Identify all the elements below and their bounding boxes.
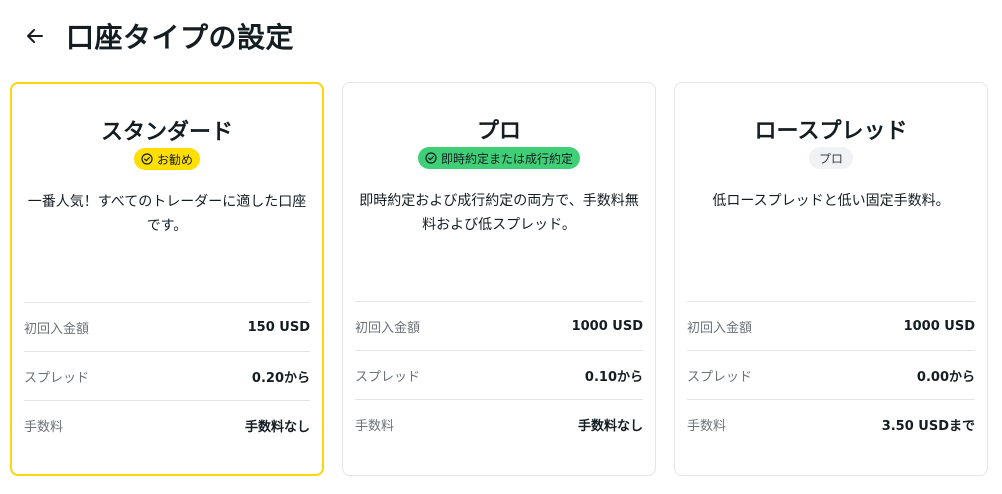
row-value: 1000 USD — [571, 318, 643, 334]
execution-badge: 即時約定または成行約定 — [417, 147, 580, 169]
detail-row-min-deposit: 初回入金額 1000 USD — [355, 301, 643, 350]
detail-row-commission: 手数料 手数料なし — [355, 399, 643, 448]
row-label: 手数料 — [687, 418, 727, 434]
check-circle-icon — [425, 152, 437, 164]
detail-row-min-deposit: 初回入金額 150 USD — [24, 302, 310, 351]
check-circle-icon — [141, 153, 153, 165]
row-value: 手数料なし — [244, 419, 310, 435]
card-details: 初回入金額 1000 USD スプレッド 0.10から 手数料 手数料なし — [355, 301, 643, 448]
row-label: 初回入金額 — [687, 320, 753, 336]
card-details: 初回入金額 1000 USD スプレッド 0.00から 手数料 3.50 USD… — [687, 301, 975, 448]
row-label: スプレッド — [24, 370, 90, 386]
pro-badge: プロ — [808, 147, 853, 169]
row-value: 150 USD — [247, 319, 310, 335]
row-value: 0.00から — [916, 369, 975, 385]
row-label: スプレッド — [355, 369, 421, 385]
detail-row-min-deposit: 初回入金額 1000 USD — [687, 301, 975, 350]
card-title: プロ — [476, 119, 521, 144]
row-label: 手数料 — [24, 419, 64, 435]
detail-row-spread: スプレッド 0.00から — [687, 350, 975, 399]
detail-row-spread: スプレッド 0.20から — [24, 351, 310, 400]
card-details: 初回入金額 150 USD スプレッド 0.20から 手数料 手数料なし — [24, 302, 310, 449]
row-value: 3.50 USDまで — [881, 418, 975, 434]
row-label: 初回入金額 — [24, 321, 90, 337]
badge-label: お勧め — [156, 152, 193, 167]
page-title: 口座タイプの設定 — [66, 21, 295, 54]
row-value: 1000 USD — [903, 318, 975, 334]
detail-row-commission: 手数料 3.50 USDまで — [687, 399, 975, 448]
page-header: 口座タイプの設定 — [22, 14, 294, 58]
card-description: 即時約定および成行約定の両方で、手数料無料および低スプレッド。 — [359, 193, 639, 233]
card-description: 一番人気！すべてのトレーダーに適した口座です。 — [27, 194, 307, 234]
arrow-left-icon — [27, 29, 43, 43]
detail-row-commission: 手数料 手数料なし — [24, 400, 310, 449]
row-label: 初回入金額 — [355, 320, 421, 336]
row-value: 手数料なし — [577, 418, 643, 434]
badge-label: 即時約定または成行約定 — [440, 151, 573, 166]
account-type-cards: スタンダード お勧め 一番人気！すべてのトレーダーに適した口座です。 初回入金額… — [10, 82, 990, 478]
row-value: 0.10から — [584, 369, 643, 385]
recommended-badge: お勧め — [133, 148, 200, 170]
badge-label: プロ — [818, 151, 843, 166]
card-title: スタンダード — [100, 120, 233, 145]
detail-row-spread: スプレッド 0.10から — [355, 350, 643, 399]
account-card-standard[interactable]: スタンダード お勧め 一番人気！すべてのトレーダーに適した口座です。 初回入金額… — [10, 82, 324, 476]
back-button[interactable] — [22, 23, 48, 49]
account-card-raw-spread[interactable]: ロースプレッド プロ 低ロースプレッドと低い固定手数料。 初回入金額 1000 … — [674, 82, 988, 476]
card-title: ロースプレッド — [754, 119, 908, 144]
account-card-pro[interactable]: プロ 即時約定または成行約定 即時約定および成行約定の両方で、手数料無料および低… — [342, 82, 656, 476]
row-value: 0.20から — [251, 370, 310, 386]
card-description: 低ロースプレッドと低い固定手数料。 — [712, 193, 950, 209]
row-label: スプレッド — [687, 369, 753, 385]
row-label: 手数料 — [355, 418, 395, 434]
